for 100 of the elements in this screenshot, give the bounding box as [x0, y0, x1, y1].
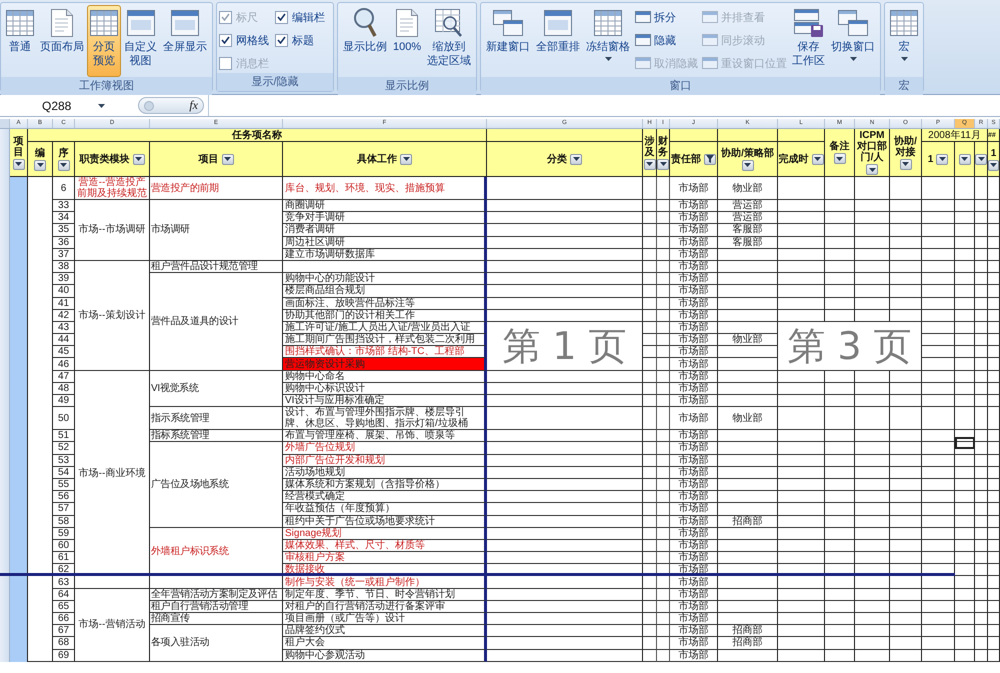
- table-cell: 市场部: [670, 310, 718, 322]
- table-cell: 52: [53, 442, 75, 455]
- group-label: 显示比例: [338, 77, 476, 95]
- column-heading: 1: [990, 148, 998, 158]
- page-label: 第 1 页: [487, 322, 643, 371]
- pane-icon: [635, 34, 652, 46]
- table-cell: 市场部: [670, 322, 718, 334]
- table-cell: 33: [53, 200, 75, 212]
- table-cell: 布置与管理座椅、展架、吊饰、喷泉等: [283, 430, 487, 442]
- ribbon-button[interactable]: 隐藏: [633, 30, 700, 50]
- ribbon-button[interactable]: 全屏显示: [160, 5, 210, 77]
- column-heading: 编: [35, 148, 45, 158]
- filter-button[interactable]: [704, 154, 716, 164]
- ribbon-button[interactable]: 切换窗口: [828, 5, 878, 77]
- table-cell: 楼层商品组合规划: [283, 285, 487, 298]
- group-label: 宏: [885, 77, 924, 95]
- table-cell: 广告位及场地系统: [150, 442, 283, 528]
- ribbon-button[interactable]: 普通: [3, 5, 37, 77]
- ribbon-button[interactable]: 缩放到 选定区域: [424, 5, 474, 77]
- table-cell: 营造--营造投产前期及持续规范: [75, 177, 150, 200]
- page-break-line[interactable]: [0, 573, 955, 576]
- dropdown-button[interactable]: [644, 158, 656, 170]
- table-icon: [594, 10, 622, 36]
- table-cell: 45: [53, 346, 75, 358]
- table-magnifier-icon: [435, 9, 464, 37]
- table-cell: 39: [53, 273, 75, 286]
- ribbon-button[interactable]: 拆分: [633, 7, 700, 27]
- ribbon-button[interactable]: 显示比例: [340, 5, 390, 77]
- insert-function-button[interactable]: fx: [189, 98, 198, 113]
- ribbon-button[interactable]: 全部重排: [533, 5, 584, 77]
- table-cell: 市场部: [670, 650, 718, 662]
- table-cell: 物业部: [718, 177, 778, 200]
- table-cell: 营运部: [718, 212, 778, 224]
- dropdown-button[interactable]: [958, 154, 970, 164]
- windows-icon: [493, 10, 524, 36]
- table-icon: [90, 10, 118, 36]
- pane-icon: [635, 57, 652, 69]
- table-cell: 市场--策划设计: [75, 260, 150, 371]
- pane-icon: [702, 11, 718, 23]
- table-cell: 64: [53, 588, 75, 601]
- table-cell: 招商部: [718, 625, 778, 638]
- ribbon-button[interactable]: 新建窗口: [483, 5, 534, 77]
- dropdown-button[interactable]: [834, 153, 846, 164]
- window-icon: [126, 10, 154, 36]
- dropdown-button[interactable]: [34, 160, 46, 170]
- table-cell: 市场部: [670, 478, 718, 492]
- pane-icon: [702, 34, 718, 46]
- checkbox[interactable]: 网格线: [219, 30, 269, 50]
- table-cell: 媒体效果、样式、尺寸、材质等: [283, 540, 487, 552]
- ribbon-button[interactable]: 宏: [887, 5, 922, 77]
- ribbon-button[interactable]: 冻结窗格: [583, 5, 634, 77]
- check-icon: [221, 13, 230, 21]
- dropdown-button[interactable]: [812, 154, 824, 164]
- table-cell: 经营模式确定: [283, 491, 487, 504]
- name-box[interactable]: Q288: [0, 98, 138, 112]
- dropdown-button[interactable]: [12, 158, 24, 170]
- table-cell: 67: [53, 625, 75, 638]
- table-cell: 全年营销活动方案制定及评估: [150, 588, 283, 601]
- column-heading: 职责类模块: [80, 154, 130, 164]
- dropdown-button[interactable]: [657, 158, 669, 170]
- dropdown-button[interactable]: [400, 154, 412, 164]
- dropdown-button[interactable]: [570, 154, 582, 164]
- table-cell: 租约中关于广告位或场地要求统计: [283, 516, 487, 528]
- column-heading: 备注: [830, 141, 850, 152]
- table-cell: 设计、布置与管理外围指示牌、楼层导引牌、休息区、导购地图、指示灯箱/垃圾桶: [283, 407, 487, 430]
- caret-icon: [938, 157, 946, 161]
- dropdown-button[interactable]: [58, 160, 70, 170]
- table-cell: 47: [53, 370, 75, 383]
- ribbon-button[interactable]: 自定义 视图: [121, 5, 160, 77]
- table-cell: 物业部: [718, 407, 778, 430]
- dropdown-button[interactable]: [900, 158, 912, 170]
- dropdown-button[interactable]: [866, 164, 878, 175]
- table-cell: 市场部: [670, 600, 718, 613]
- table-cell: 市场部: [670, 395, 718, 408]
- checkbox[interactable]: 标题: [275, 30, 325, 50]
- table-cell: 营造投产的前期: [150, 177, 283, 200]
- table-cell: 市场部: [670, 236, 718, 249]
- dropdown-button[interactable]: [742, 160, 754, 170]
- dropdown-button[interactable]: [132, 154, 144, 164]
- table-cell: 46: [53, 358, 75, 371]
- caret-icon: [135, 157, 142, 161]
- table-cell: 54: [53, 466, 75, 479]
- table-cell: 41: [53, 298, 75, 310]
- table-cell: VI设计与应用标准确定: [283, 395, 487, 408]
- table-cell: 活动场地规划: [283, 466, 487, 479]
- expand-handle[interactable]: [144, 100, 154, 110]
- dropdown-button[interactable]: [988, 160, 999, 170]
- column-heading: 项目: [14, 136, 24, 158]
- ribbon-button[interactable]: 保存 工作区: [789, 5, 828, 77]
- ribbon-button[interactable]: 页面布局: [37, 5, 87, 77]
- checkbox[interactable]: 编辑栏: [275, 7, 325, 27]
- dropdown-button[interactable]: [222, 154, 234, 164]
- table-cell: 客服部: [718, 236, 778, 249]
- table-cell: 市场部: [670, 466, 718, 479]
- ribbon-button[interactable]: 100%: [390, 5, 424, 77]
- table-cell: 营运物资设计采购: [283, 358, 487, 371]
- dropdown-button[interactable]: [936, 154, 948, 164]
- table-cell: 市场部: [670, 588, 718, 601]
- dropdown-button[interactable]: [975, 154, 987, 164]
- ribbon-button[interactable]: 分页 预览: [87, 5, 121, 77]
